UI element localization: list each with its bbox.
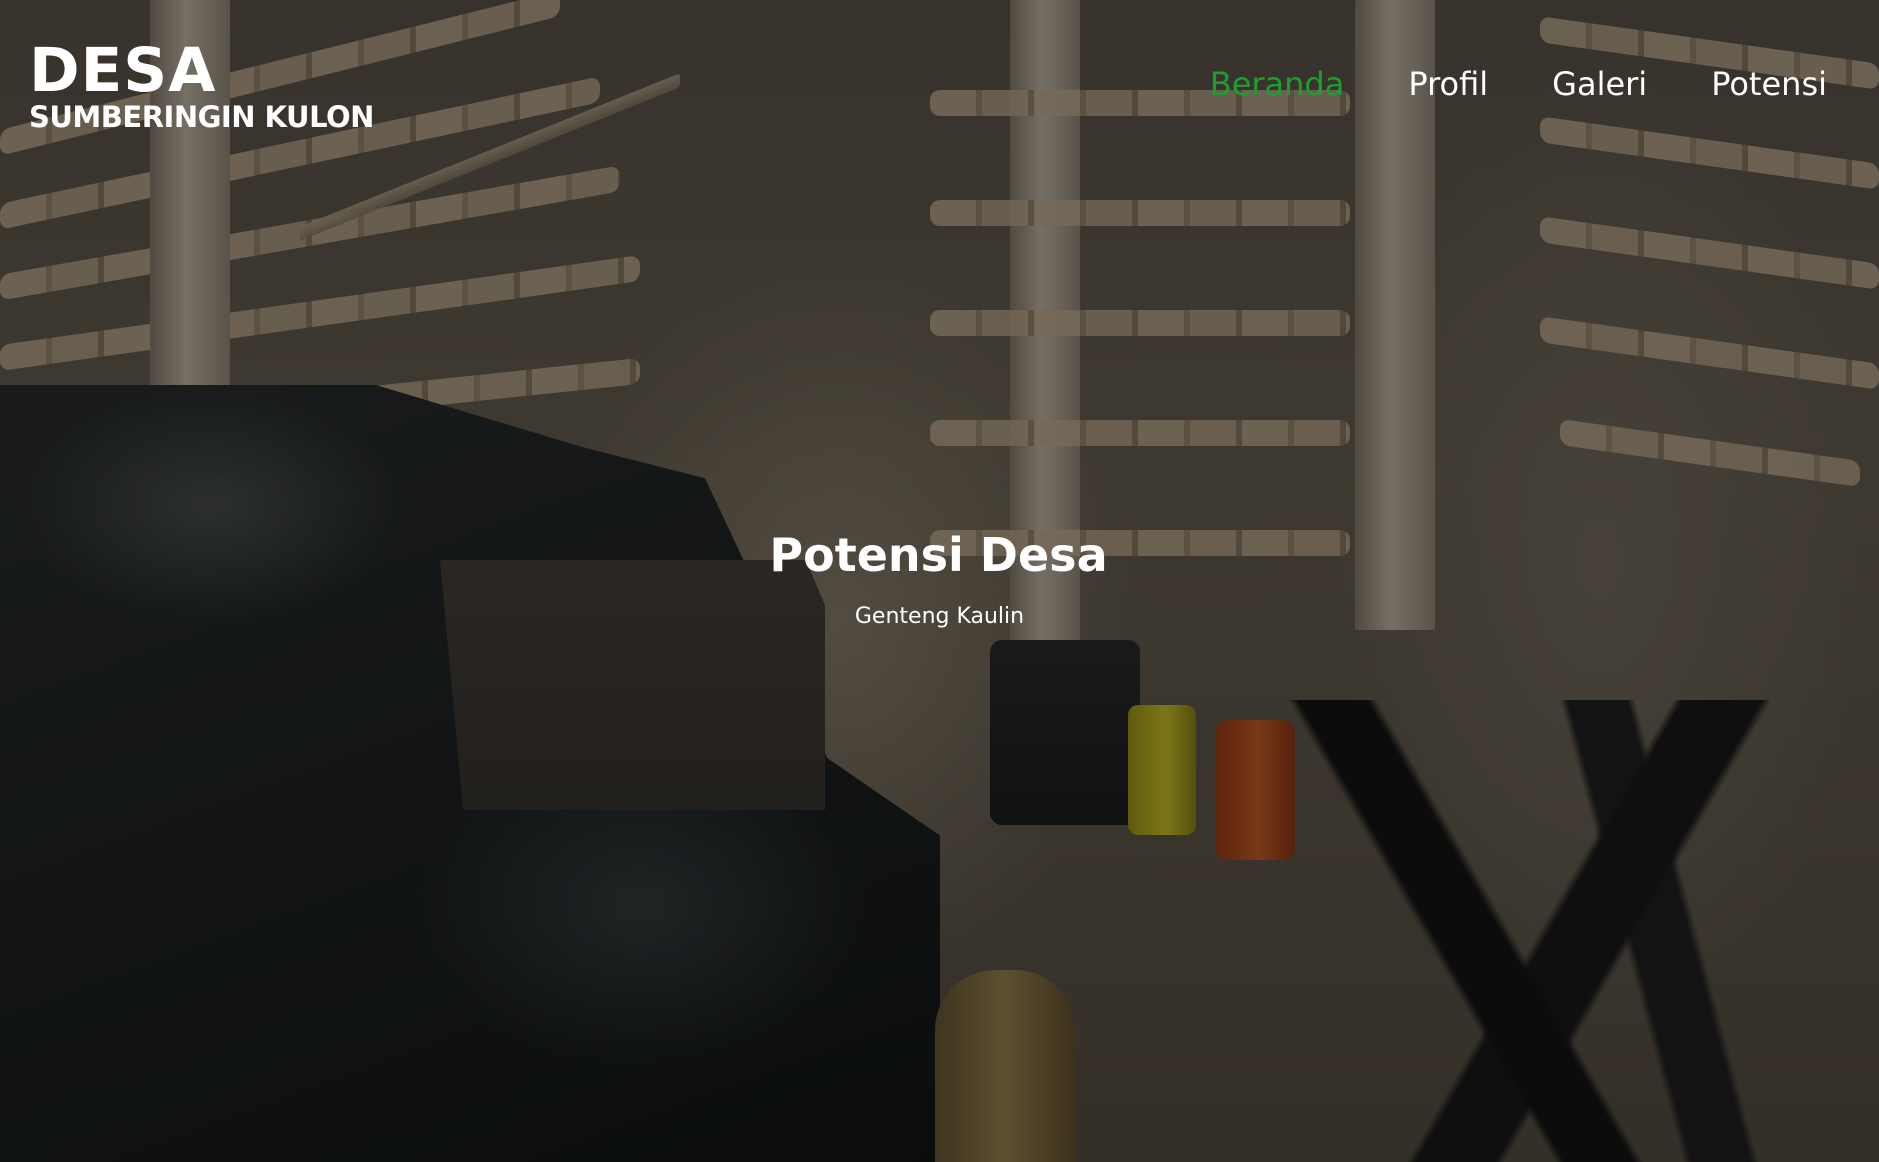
brand-title: DESA xyxy=(29,35,217,106)
hero-title: Potensi Desa xyxy=(769,528,1108,582)
main-nav: Beranda Profil Galeri Potensi xyxy=(1146,64,1827,104)
nav-item-beranda[interactable]: Beranda xyxy=(1210,64,1345,104)
page: DESA SUMBERINGIN KULON Beranda Profil Ga… xyxy=(0,0,1879,1162)
nav-item-profil[interactable]: Profil xyxy=(1408,64,1488,104)
hero-subtitle: Genteng Kaulin xyxy=(854,604,1025,629)
site-logo[interactable]: DESA SUMBERINGIN KULON xyxy=(29,35,374,135)
nav-item-potensi[interactable]: Potensi xyxy=(1711,64,1827,104)
nav-item-galeri[interactable]: Galeri xyxy=(1552,64,1647,104)
hero-content: Potensi Desa Genteng Kaulin xyxy=(0,527,1879,631)
brand-subtitle: SUMBERINGIN KULON xyxy=(29,100,374,134)
